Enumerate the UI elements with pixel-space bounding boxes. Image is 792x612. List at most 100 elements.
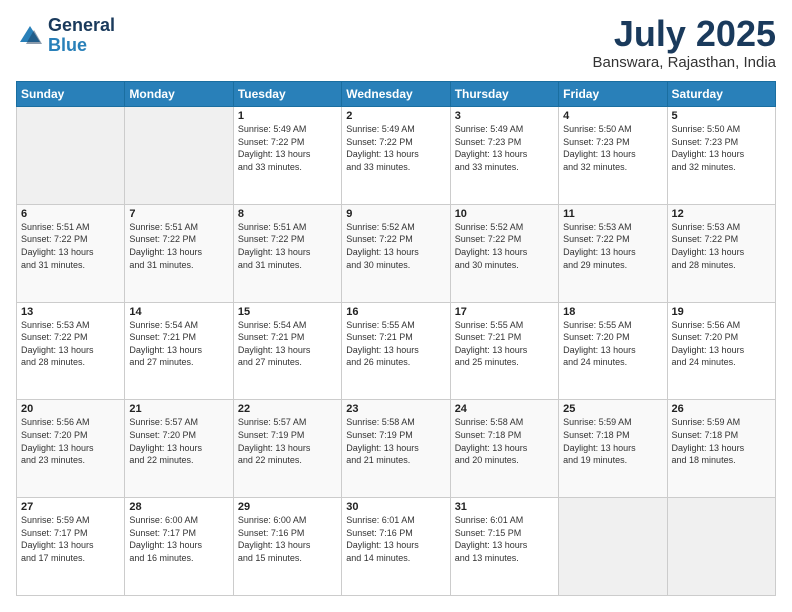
day-number: 12 — [672, 208, 771, 220]
calendar-cell — [17, 107, 125, 205]
calendar-cell — [125, 107, 233, 205]
day-info: Sunrise: 5:57 AM Sunset: 7:19 PM Dayligh… — [238, 416, 337, 466]
month-title: July 2025 — [593, 16, 776, 52]
day-number: 15 — [238, 306, 337, 318]
calendar-week-row: 13Sunrise: 5:53 AM Sunset: 7:22 PM Dayli… — [17, 302, 776, 400]
day-info: Sunrise: 5:52 AM Sunset: 7:22 PM Dayligh… — [455, 221, 554, 271]
day-number: 7 — [129, 208, 228, 220]
page: General Blue July 2025 Banswara, Rajasth… — [0, 0, 792, 612]
day-of-week-header: Sunday — [17, 82, 125, 107]
day-info: Sunrise: 5:49 AM Sunset: 7:23 PM Dayligh… — [455, 123, 554, 173]
day-of-week-header: Monday — [125, 82, 233, 107]
day-number: 9 — [346, 208, 445, 220]
calendar-cell — [559, 498, 667, 596]
day-info: Sunrise: 5:51 AM Sunset: 7:22 PM Dayligh… — [129, 221, 228, 271]
calendar-cell: 29Sunrise: 6:00 AM Sunset: 7:16 PM Dayli… — [233, 498, 341, 596]
calendar-header-row: SundayMondayTuesdayWednesdayThursdayFrid… — [17, 82, 776, 107]
day-info: Sunrise: 5:55 AM Sunset: 7:21 PM Dayligh… — [346, 319, 445, 369]
calendar-cell: 6Sunrise: 5:51 AM Sunset: 7:22 PM Daylig… — [17, 204, 125, 302]
calendar-cell: 12Sunrise: 5:53 AM Sunset: 7:22 PM Dayli… — [667, 204, 775, 302]
day-info: Sunrise: 5:54 AM Sunset: 7:21 PM Dayligh… — [238, 319, 337, 369]
day-info: Sunrise: 5:59 AM Sunset: 7:17 PM Dayligh… — [21, 514, 120, 564]
day-info: Sunrise: 5:51 AM Sunset: 7:22 PM Dayligh… — [21, 221, 120, 271]
calendar-cell: 11Sunrise: 5:53 AM Sunset: 7:22 PM Dayli… — [559, 204, 667, 302]
day-number: 27 — [21, 501, 120, 513]
logo-line2: Blue — [48, 35, 87, 55]
calendar-cell: 2Sunrise: 5:49 AM Sunset: 7:22 PM Daylig… — [342, 107, 450, 205]
calendar-cell: 28Sunrise: 6:00 AM Sunset: 7:17 PM Dayli… — [125, 498, 233, 596]
calendar-cell: 16Sunrise: 5:55 AM Sunset: 7:21 PM Dayli… — [342, 302, 450, 400]
day-number: 11 — [563, 208, 662, 220]
logo-icon — [16, 22, 44, 50]
calendar-cell: 22Sunrise: 5:57 AM Sunset: 7:19 PM Dayli… — [233, 400, 341, 498]
calendar-cell: 15Sunrise: 5:54 AM Sunset: 7:21 PM Dayli… — [233, 302, 341, 400]
calendar-cell: 19Sunrise: 5:56 AM Sunset: 7:20 PM Dayli… — [667, 302, 775, 400]
calendar-cell: 21Sunrise: 5:57 AM Sunset: 7:20 PM Dayli… — [125, 400, 233, 498]
calendar-cell: 5Sunrise: 5:50 AM Sunset: 7:23 PM Daylig… — [667, 107, 775, 205]
calendar-cell: 17Sunrise: 5:55 AM Sunset: 7:21 PM Dayli… — [450, 302, 558, 400]
day-number: 31 — [455, 501, 554, 513]
day-info: Sunrise: 5:49 AM Sunset: 7:22 PM Dayligh… — [238, 123, 337, 173]
calendar-cell: 31Sunrise: 6:01 AM Sunset: 7:15 PM Dayli… — [450, 498, 558, 596]
day-number: 2 — [346, 110, 445, 122]
day-number: 23 — [346, 403, 445, 415]
day-of-week-header: Friday — [559, 82, 667, 107]
calendar-cell: 7Sunrise: 5:51 AM Sunset: 7:22 PM Daylig… — [125, 204, 233, 302]
calendar-table: SundayMondayTuesdayWednesdayThursdayFrid… — [16, 81, 776, 596]
day-info: Sunrise: 5:57 AM Sunset: 7:20 PM Dayligh… — [129, 416, 228, 466]
day-info: Sunrise: 5:58 AM Sunset: 7:18 PM Dayligh… — [455, 416, 554, 466]
day-number: 14 — [129, 306, 228, 318]
calendar-cell: 8Sunrise: 5:51 AM Sunset: 7:22 PM Daylig… — [233, 204, 341, 302]
day-info: Sunrise: 6:00 AM Sunset: 7:16 PM Dayligh… — [238, 514, 337, 564]
day-number: 3 — [455, 110, 554, 122]
calendar-cell: 10Sunrise: 5:52 AM Sunset: 7:22 PM Dayli… — [450, 204, 558, 302]
logo: General Blue — [16, 16, 115, 56]
calendar-cell: 25Sunrise: 5:59 AM Sunset: 7:18 PM Dayli… — [559, 400, 667, 498]
calendar-week-row: 1Sunrise: 5:49 AM Sunset: 7:22 PM Daylig… — [17, 107, 776, 205]
calendar-cell: 3Sunrise: 5:49 AM Sunset: 7:23 PM Daylig… — [450, 107, 558, 205]
day-info: Sunrise: 5:59 AM Sunset: 7:18 PM Dayligh… — [672, 416, 771, 466]
day-number: 18 — [563, 306, 662, 318]
day-number: 8 — [238, 208, 337, 220]
calendar-cell: 30Sunrise: 6:01 AM Sunset: 7:16 PM Dayli… — [342, 498, 450, 596]
day-number: 21 — [129, 403, 228, 415]
calendar-cell: 4Sunrise: 5:50 AM Sunset: 7:23 PM Daylig… — [559, 107, 667, 205]
day-of-week-header: Thursday — [450, 82, 558, 107]
day-number: 1 — [238, 110, 337, 122]
day-info: Sunrise: 6:00 AM Sunset: 7:17 PM Dayligh… — [129, 514, 228, 564]
calendar-cell: 20Sunrise: 5:56 AM Sunset: 7:20 PM Dayli… — [17, 400, 125, 498]
calendar-cell: 1Sunrise: 5:49 AM Sunset: 7:22 PM Daylig… — [233, 107, 341, 205]
day-info: Sunrise: 5:50 AM Sunset: 7:23 PM Dayligh… — [672, 123, 771, 173]
day-of-week-header: Wednesday — [342, 82, 450, 107]
day-number: 20 — [21, 403, 120, 415]
calendar-week-row: 27Sunrise: 5:59 AM Sunset: 7:17 PM Dayli… — [17, 498, 776, 596]
day-number: 6 — [21, 208, 120, 220]
day-number: 22 — [238, 403, 337, 415]
day-number: 10 — [455, 208, 554, 220]
calendar-cell: 9Sunrise: 5:52 AM Sunset: 7:22 PM Daylig… — [342, 204, 450, 302]
day-info: Sunrise: 6:01 AM Sunset: 7:16 PM Dayligh… — [346, 514, 445, 564]
day-number: 4 — [563, 110, 662, 122]
logo-text: General Blue — [48, 16, 115, 56]
calendar-cell: 18Sunrise: 5:55 AM Sunset: 7:20 PM Dayli… — [559, 302, 667, 400]
day-info: Sunrise: 5:49 AM Sunset: 7:22 PM Dayligh… — [346, 123, 445, 173]
title-block: July 2025 Banswara, Rajasthan, India — [593, 16, 776, 71]
calendar-cell — [667, 498, 775, 596]
day-info: Sunrise: 5:50 AM Sunset: 7:23 PM Dayligh… — [563, 123, 662, 173]
day-number: 28 — [129, 501, 228, 513]
day-info: Sunrise: 5:53 AM Sunset: 7:22 PM Dayligh… — [563, 221, 662, 271]
calendar-cell: 24Sunrise: 5:58 AM Sunset: 7:18 PM Dayli… — [450, 400, 558, 498]
subtitle: Banswara, Rajasthan, India — [593, 54, 776, 71]
day-of-week-header: Tuesday — [233, 82, 341, 107]
day-of-week-header: Saturday — [667, 82, 775, 107]
day-info: Sunrise: 5:53 AM Sunset: 7:22 PM Dayligh… — [672, 221, 771, 271]
calendar-cell: 26Sunrise: 5:59 AM Sunset: 7:18 PM Dayli… — [667, 400, 775, 498]
day-number: 26 — [672, 403, 771, 415]
day-number: 19 — [672, 306, 771, 318]
day-info: Sunrise: 5:53 AM Sunset: 7:22 PM Dayligh… — [21, 319, 120, 369]
day-info: Sunrise: 5:58 AM Sunset: 7:19 PM Dayligh… — [346, 416, 445, 466]
day-info: Sunrise: 5:56 AM Sunset: 7:20 PM Dayligh… — [21, 416, 120, 466]
day-number: 5 — [672, 110, 771, 122]
calendar-cell: 14Sunrise: 5:54 AM Sunset: 7:21 PM Dayli… — [125, 302, 233, 400]
calendar-cell: 23Sunrise: 5:58 AM Sunset: 7:19 PM Dayli… — [342, 400, 450, 498]
